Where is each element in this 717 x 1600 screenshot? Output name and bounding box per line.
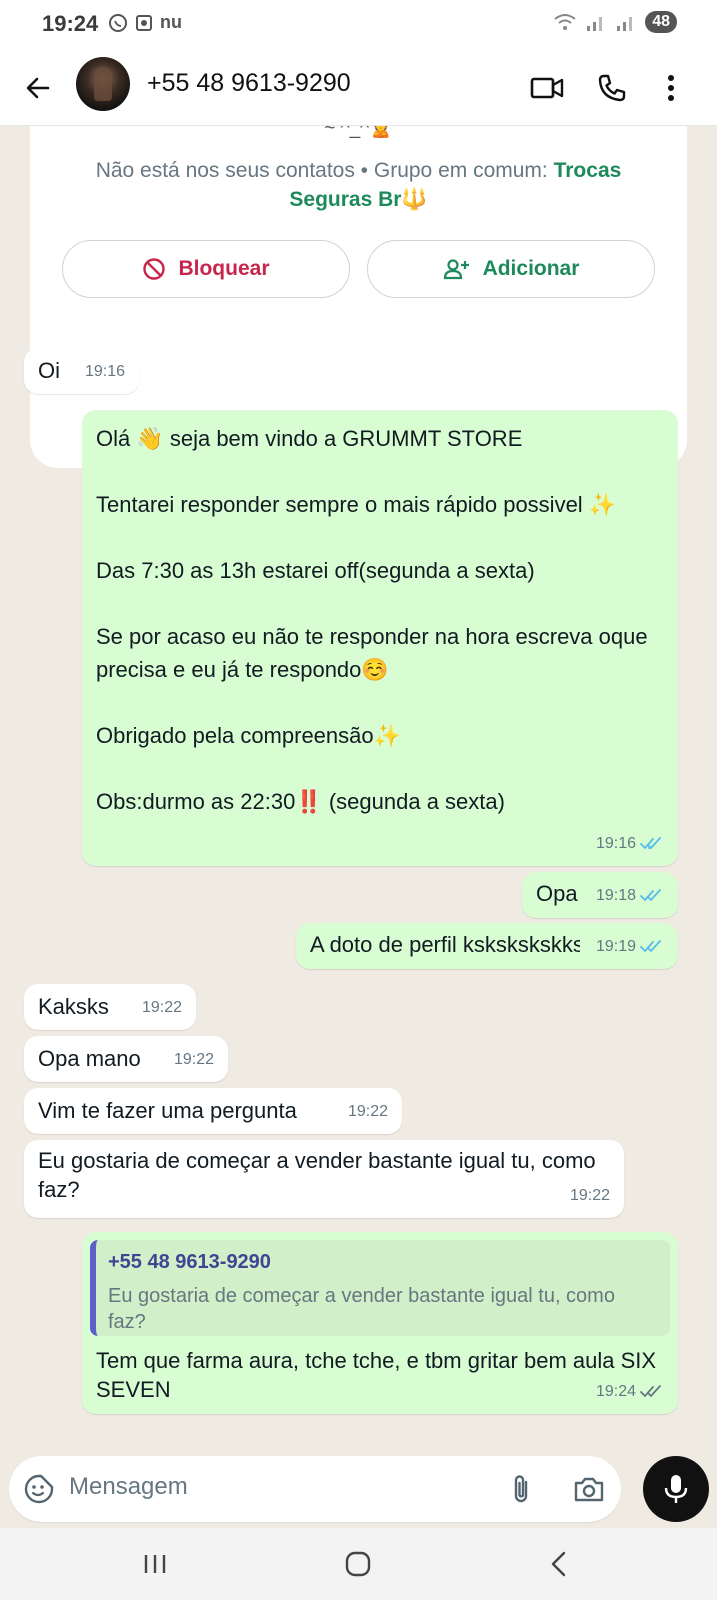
quoted-text: Eu gostaria de começar a vender bastante… [108, 1285, 615, 1333]
time-label: 19:18 [595, 887, 636, 904]
double-check-read-icon [640, 888, 661, 901]
status-time: 19:24 [42, 11, 99, 36]
message-composer: Mensagem [0, 1456, 717, 1528]
time-label: 19:24 [595, 1383, 636, 1400]
message-time: 19:18 [596, 879, 664, 912]
message-text: A doto de perfil kskskskskks [310, 932, 580, 957]
phone-icon [598, 74, 626, 102]
double-check-read-icon [640, 939, 661, 952]
home-button[interactable] [328, 1546, 388, 1582]
chevron-left-icon [551, 1551, 566, 1577]
message-time: 19:22 [142, 991, 182, 1024]
time-label: 19:22 [141, 999, 182, 1016]
sticker-emoji-icon [24, 1474, 54, 1504]
chat-header: +55 48 9613-9290 [0, 50, 717, 126]
message-incoming[interactable]: Vim te fazer uma pergunta 19:22 [24, 1088, 402, 1134]
block-label: Bloquear [178, 257, 270, 280]
message-text: Oi [38, 358, 60, 383]
video-camera-icon [530, 77, 564, 99]
message-text: Opa mano [38, 1046, 141, 1071]
voice-call-button[interactable] [592, 68, 632, 108]
block-icon [143, 258, 166, 280]
message-time: 19:16 [85, 355, 125, 388]
block-button[interactable]: Bloquear [62, 240, 350, 298]
message-incoming[interactable]: Eu gostaria de começar a vender bastante… [24, 1140, 624, 1218]
camera-icon [574, 1477, 604, 1502]
back-button[interactable] [18, 68, 58, 108]
nav-back-button[interactable] [529, 1546, 589, 1582]
message-text: Olá 👋 seja bem vindo a GRUMMT STORE Tent… [96, 426, 648, 814]
message-outgoing-reply[interactable]: +55 48 9613-9290 Eu gostaria de começar … [82, 1232, 678, 1414]
time-label: 19:19 [595, 938, 636, 955]
recent-apps-button[interactable] [125, 1546, 185, 1582]
double-check-read-icon [640, 836, 661, 849]
more-options-button[interactable] [651, 68, 691, 108]
message-outgoing[interactable]: Opa 19:18 [522, 872, 678, 918]
message-text: Eu gostaria de começar a vender bastante… [38, 1148, 602, 1202]
message-outgoing[interactable]: A doto de perfil kskskskskks 19:19 [296, 923, 678, 969]
message-time: 19:16 [596, 827, 664, 860]
message-input[interactable]: Mensagem [9, 1456, 621, 1522]
attach-button[interactable] [503, 1471, 539, 1507]
carrier-text: nu [160, 12, 182, 32]
battery-indicator: 48 [645, 11, 677, 33]
message-incoming[interactable]: Kaksks 19:22 [24, 984, 196, 1030]
not-in-contacts-label: Não está nos seus contatos • Grupo em co… [95, 159, 554, 182]
time-label: 19:22 [347, 1103, 388, 1120]
message-time: 19:19 [596, 930, 664, 963]
status-right: 48 [553, 11, 677, 33]
wifi-icon [554, 14, 576, 30]
signal-icon-2 [617, 17, 633, 31]
signal-icon [587, 17, 603, 31]
not-in-contacts-text: Não está nos seus contatos • Grupo em co… [70, 156, 647, 214]
status-bar: 19:24 nu 48 [0, 0, 717, 50]
microphone-icon [664, 1475, 688, 1503]
add-contact-button[interactable]: Adicionar [367, 240, 655, 298]
time-label: 19:22 [569, 1187, 610, 1204]
message-text: Opa [536, 881, 578, 906]
message-placeholder: Mensagem [69, 1473, 188, 1500]
message-time: 19:24 [596, 1375, 664, 1408]
quoted-message[interactable]: +55 48 9613-9290 Eu gostaria de começar … [90, 1240, 670, 1336]
recent-apps-icon [144, 1555, 166, 1573]
time-label: 19:16 [84, 363, 125, 380]
message-text: Kaksks [38, 994, 109, 1019]
chat-area[interactable]: ~ ^_^🙎 Não está nos seus contatos • Grup… [0, 126, 717, 1456]
double-check-delivered-icon [640, 1384, 661, 1397]
message-text: Tem que farma aura, tche tche, e tbm gri… [96, 1348, 663, 1402]
avatar[interactable] [76, 57, 130, 111]
message-incoming[interactable]: Opa mano 19:22 [24, 1036, 228, 1082]
time-label: 19:16 [595, 835, 636, 852]
voice-record-button[interactable] [643, 1456, 709, 1522]
message-time: 19:22 [348, 1095, 388, 1128]
message-outgoing[interactable]: Olá 👋 seja bem vindo a GRUMMT STORE Tent… [82, 410, 678, 866]
camera-button[interactable] [569, 1471, 609, 1507]
message-text: Vim te fazer uma pergunta [38, 1098, 297, 1123]
screenshot-icon [136, 14, 152, 31]
add-label: Adicionar [482, 257, 580, 280]
message-incoming[interactable]: Oi 19:16 [24, 348, 139, 394]
video-call-button[interactable] [527, 68, 567, 108]
kebab-menu-icon [668, 75, 674, 101]
system-navigation-bar [0, 1528, 717, 1600]
add-person-icon [443, 259, 469, 280]
emoji-button[interactable] [21, 1471, 57, 1507]
contact-about-text: ~ ^_^🙎 [324, 126, 393, 139]
paperclip-icon [514, 1475, 528, 1503]
quoted-sender: +55 48 9613-9290 [108, 1251, 271, 1273]
home-icon [345, 1551, 371, 1577]
message-time: 19:22 [174, 1043, 214, 1076]
time-label: 19:22 [173, 1051, 214, 1068]
arrow-left-icon [26, 77, 50, 99]
whatsapp-notification-icon [109, 13, 127, 32]
message-time: 19:22 [570, 1179, 610, 1212]
notification-icons: nu [108, 12, 182, 33]
contact-name[interactable]: +55 48 9613-9290 [147, 69, 351, 98]
